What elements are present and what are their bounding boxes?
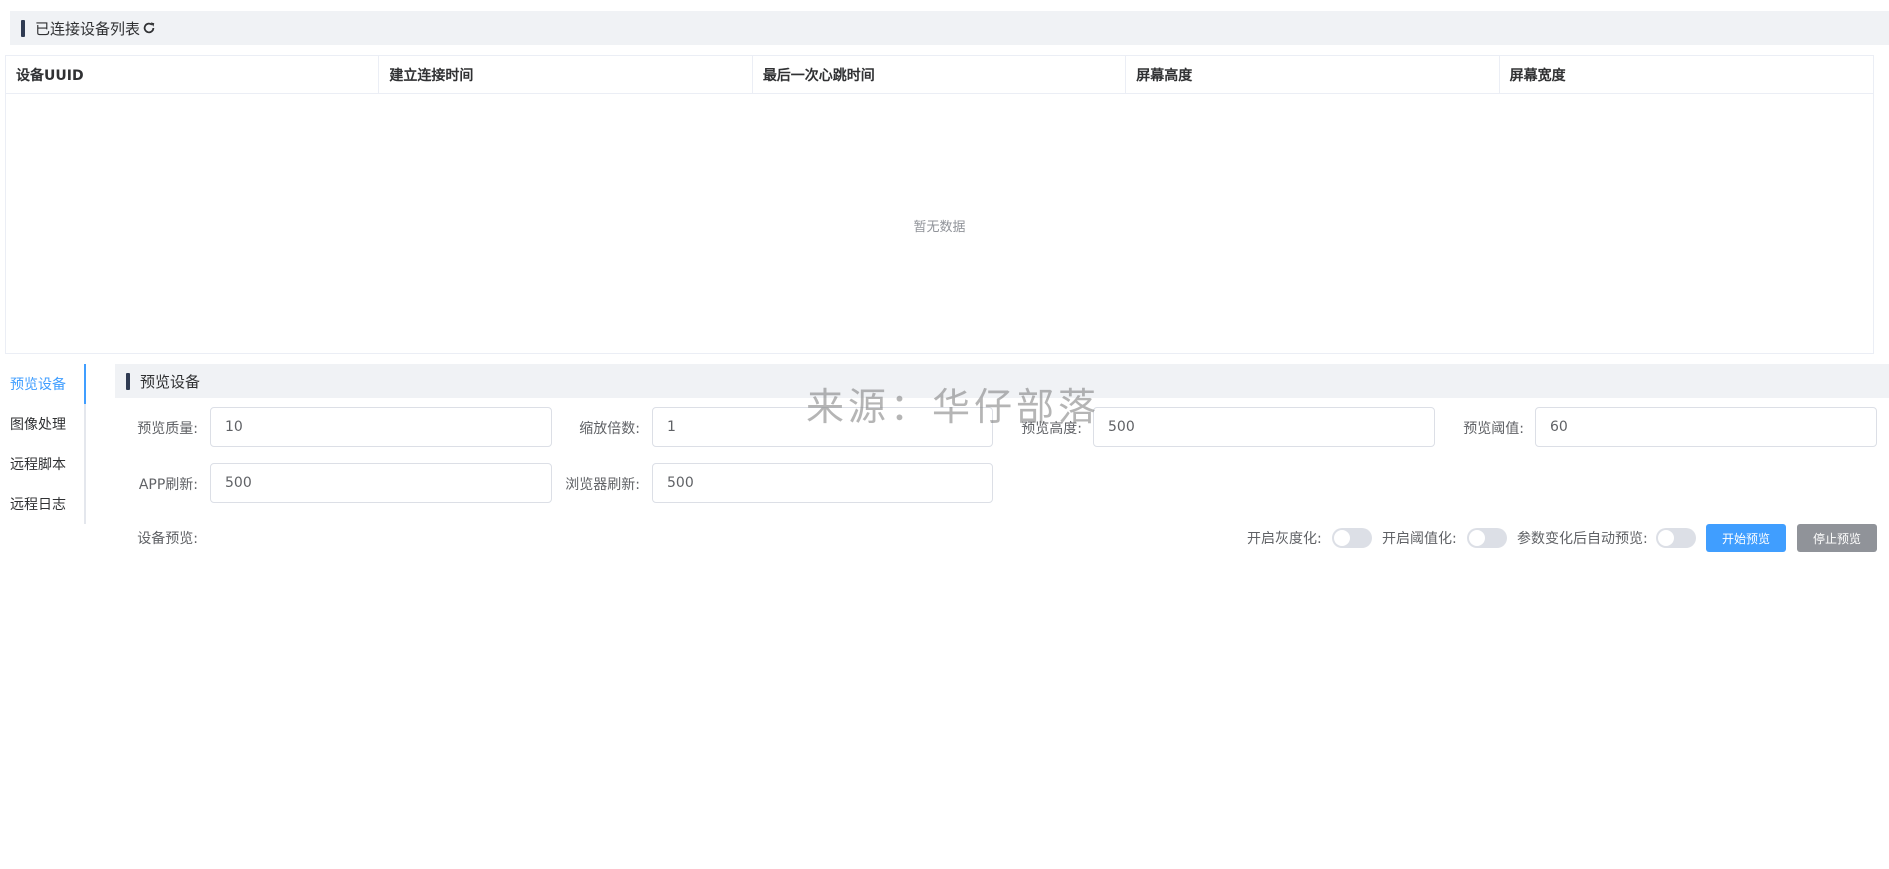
device-table: 设备UUID 建立连接时间 最后一次心跳时间 屏幕高度 屏幕宽度 暂无数据: [5, 55, 1874, 354]
start-preview-button[interactable]: 开始预览: [1706, 524, 1786, 552]
scale-label: 缩放倍数:: [579, 421, 640, 437]
column-header-uuid[interactable]: 设备UUID: [6, 56, 380, 93]
browser-refresh-label: 浏览器刷新:: [565, 477, 640, 493]
table-empty-text: 暂无数据: [913, 220, 966, 235]
threshold-switch[interactable]: [1467, 528, 1507, 548]
active-tab-indicator: [84, 364, 86, 404]
app-refresh-label: APP刷新:: [138, 477, 198, 493]
app-refresh-input[interactable]: [210, 463, 552, 503]
tab-remote-log[interactable]: 远程日志: [10, 494, 66, 514]
device-list-title: 已连接设备列表: [35, 19, 141, 38]
stop-preview-button[interactable]: 停止预览: [1797, 524, 1877, 552]
column-header-screen-height[interactable]: 屏幕高度: [1126, 56, 1500, 93]
quality-input[interactable]: [210, 407, 552, 447]
tab-remote-script[interactable]: 远程脚本: [10, 454, 66, 474]
threshold-input[interactable]: [1535, 407, 1877, 447]
preview-title: 预览设备: [140, 372, 201, 391]
section-accent-bar: [126, 372, 130, 390]
preview-header: 预览设备: [115, 364, 1889, 398]
device-list-header: 已连接设备列表: [10, 11, 1889, 45]
threshold-switch-label: 开启阈值化:: [1382, 531, 1457, 547]
side-tab-bar: 预览设备 图像处理 远程脚本 远程日志: [0, 364, 86, 524]
auto-preview-label: 参数变化后自动预览:: [1517, 531, 1648, 547]
grayscale-label: 开启灰度化:: [1247, 531, 1322, 547]
column-header-connect-time[interactable]: 建立连接时间: [379, 56, 753, 93]
refresh-icon[interactable]: [142, 21, 156, 35]
quality-label: 预览质量:: [137, 421, 198, 437]
height-input[interactable]: [1093, 407, 1435, 447]
grayscale-switch[interactable]: [1332, 528, 1372, 548]
threshold-label: 预览阈值:: [1463, 421, 1524, 437]
section-accent-bar: [21, 19, 25, 37]
device-preview-label: 设备预览:: [137, 531, 198, 547]
auto-preview-switch[interactable]: [1656, 528, 1696, 548]
table-header: 设备UUID 建立连接时间 最后一次心跳时间 屏幕高度 屏幕宽度: [6, 56, 1873, 94]
column-header-heartbeat-time[interactable]: 最后一次心跳时间: [753, 56, 1127, 93]
tab-preview-device[interactable]: 预览设备: [10, 374, 66, 394]
height-label: 预览高度:: [1021, 421, 1082, 437]
tab-image-processing[interactable]: 图像处理: [10, 414, 66, 434]
scale-input[interactable]: [652, 407, 993, 447]
browser-refresh-input[interactable]: [652, 463, 993, 503]
column-header-screen-width[interactable]: 屏幕宽度: [1500, 56, 1873, 93]
